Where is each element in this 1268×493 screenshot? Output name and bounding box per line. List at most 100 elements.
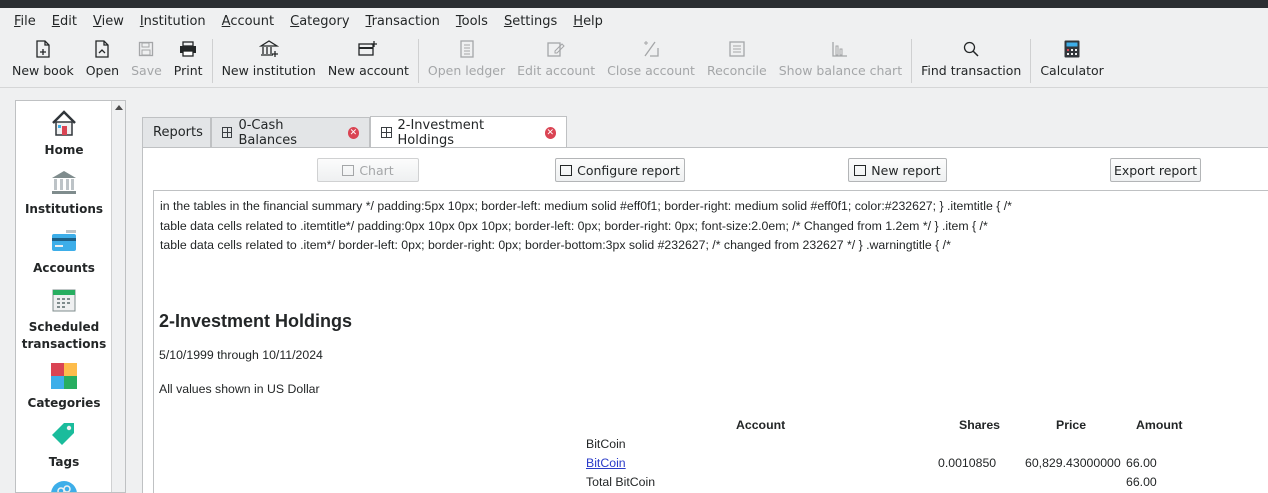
open-label: Open <box>85 63 120 78</box>
print-label: Print <box>173 63 203 78</box>
home-icon <box>52 110 76 136</box>
menu-help[interactable]: Help <box>565 14 611 29</box>
calendar-icon <box>52 289 76 312</box>
table-cell-amount: 66.00 <box>1126 456 1157 470</box>
sidebar-item-next[interactable] <box>16 480 112 492</box>
menu-bar: File Edit View Institution Account Categ… <box>0 8 1268 34</box>
accounts-icon <box>52 230 76 251</box>
sidebar-item-tags[interactable]: Tags <box>16 421 112 471</box>
institution-add-icon <box>258 39 279 59</box>
report-view: in the tables in the financial summary *… <box>153 190 1268 493</box>
new-book-label: New book <box>12 63 74 78</box>
close-account-button[interactable]: Close account <box>601 34 701 88</box>
chart-label: Chart <box>359 162 394 178</box>
show-balance-chart-label: Show balance chart <box>778 63 903 78</box>
report-currency-note: All values shown in US Dollar <box>159 382 320 396</box>
table-icon <box>381 127 392 138</box>
configure-icon <box>560 164 573 176</box>
report-css-text: in the tables in the financial summary *… <box>160 199 1012 213</box>
report-css-text: table data cells related to .item*/ bord… <box>160 238 951 252</box>
sidebar-item-scheduled-transactions[interactable]: Scheduled transactions <box>16 286 112 353</box>
tab-investment-holdings[interactable]: 2-Investment Holdings ✕ <box>370 116 567 148</box>
column-header-shares: Shares <box>959 418 1001 432</box>
configure-report-button[interactable]: Configure report <box>555 158 685 182</box>
table-cell-shares: 0.0010850 <box>938 456 997 470</box>
reconcile-icon <box>727 39 747 59</box>
report-panel: Chart Configure report New report Export… <box>142 147 1268 493</box>
table-cell-amount: 66.00 <box>1126 475 1157 489</box>
sidebar-item-accounts[interactable]: Accounts <box>16 227 112 277</box>
sidebar-item-label: Accounts <box>33 261 95 275</box>
menu-file[interactable]: File <box>6 14 44 29</box>
open-ledger-label: Open ledger <box>427 63 506 78</box>
tab-label: Reports <box>153 125 203 140</box>
open-ledger-button[interactable]: Open ledger <box>422 34 511 88</box>
toolbar-separator <box>911 39 913 83</box>
edit-icon <box>546 39 566 59</box>
menu-settings[interactable]: Settings <box>496 14 565 29</box>
menu-category[interactable]: Category <box>282 14 357 29</box>
new-report-button[interactable]: New report <box>848 158 947 182</box>
printer-icon <box>178 39 198 59</box>
reconcile-label: Reconcile <box>706 63 767 78</box>
save-button[interactable]: Save <box>125 34 168 88</box>
bar-chart-icon <box>830 39 850 59</box>
account-link[interactable]: BitCoin <box>586 456 626 470</box>
save-label: Save <box>131 63 162 78</box>
new-document-icon <box>33 39 53 59</box>
menu-account[interactable]: Account <box>214 14 283 29</box>
find-transaction-button[interactable]: Find transaction <box>915 34 1027 88</box>
scroll-up-arrow-icon[interactable] <box>115 105 123 110</box>
menu-transaction[interactable]: Transaction <box>358 14 448 29</box>
sidebar-scrollbar[interactable] <box>111 101 125 492</box>
new-book-button[interactable]: New book <box>6 34 80 88</box>
export-report-label: Export report <box>1113 162 1198 178</box>
menu-edit[interactable]: Edit <box>44 14 85 29</box>
sidebar-item-home[interactable]: Home <box>16 109 112 159</box>
report-date-range: 5/10/1999 through 10/11/2024 <box>159 348 323 362</box>
menu-institution[interactable]: Institution <box>132 14 214 29</box>
sidebar-item-categories[interactable]: Categories <box>16 362 112 412</box>
window-top-strip <box>0 0 1268 8</box>
categories-icon <box>51 363 77 389</box>
new-report-label: New report <box>871 162 941 178</box>
table-icon <box>222 127 233 138</box>
toolbar-separator <box>1030 39 1032 83</box>
find-transaction-label: Find transaction <box>921 63 1022 78</box>
sidebar-item-label: Scheduled transactions <box>21 320 107 351</box>
column-header-price: Price <box>1056 418 1087 432</box>
new-institution-button[interactable]: New institution <box>216 34 322 88</box>
menu-tools[interactable]: Tools <box>448 14 496 29</box>
sidebar-item-label: Tags <box>48 455 80 469</box>
sidebar-item-institutions[interactable]: Institutions <box>16 168 112 218</box>
export-report-button[interactable]: Export report <box>1110 158 1201 182</box>
column-header-amount: Amount <box>1136 418 1183 432</box>
close-account-icon <box>641 39 661 59</box>
column-header-account: Account <box>736 418 786 432</box>
close-account-label: Close account <box>607 63 695 78</box>
close-tab-icon[interactable]: ✕ <box>347 126 359 139</box>
calculator-icon <box>1062 39 1082 59</box>
menu-view[interactable]: View <box>85 14 132 29</box>
save-icon <box>136 39 156 59</box>
table-cell-account: BitCoin <box>586 437 626 451</box>
print-button[interactable]: Print <box>168 34 209 88</box>
toolbar-separator <box>211 39 213 83</box>
show-balance-chart-button[interactable]: Show balance chart <box>773 34 908 88</box>
table-cell-price: 60,829.43000000 <box>1025 456 1121 470</box>
tab-reports[interactable]: Reports <box>142 117 211 147</box>
calculator-button[interactable]: Calculator <box>1034 34 1109 88</box>
chart-button[interactable]: Chart <box>317 158 419 182</box>
reconcile-button[interactable]: Reconcile <box>701 34 773 88</box>
tab-label: 0-Cash Balances <box>238 117 298 148</box>
edit-account-label: Edit account <box>517 63 596 78</box>
chart-icon <box>342 164 355 176</box>
payees-icon <box>51 481 77 492</box>
open-button[interactable]: Open <box>80 34 125 88</box>
edit-account-button[interactable]: Edit account <box>511 34 601 88</box>
close-tab-icon[interactable]: ✕ <box>544 126 556 139</box>
tab-cash-balances[interactable]: 0-Cash Balances ✕ <box>211 117 370 148</box>
tab-label: 2-Investment Holdings <box>397 117 485 148</box>
new-account-button[interactable]: New account <box>322 34 415 88</box>
table-cell-account: Total BitCoin <box>586 475 656 489</box>
